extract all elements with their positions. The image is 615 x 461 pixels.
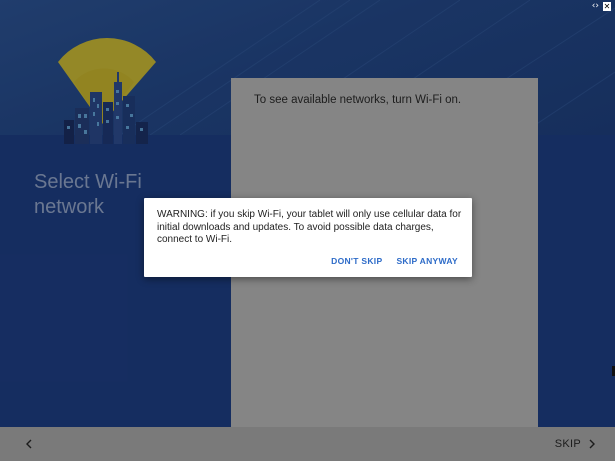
dont-skip-button[interactable]: DON'T SKIP: [331, 256, 382, 266]
close-icon[interactable]: ✕: [603, 1, 611, 11]
dialog-actions: DON'T SKIP SKIP ANYWAY: [331, 256, 458, 266]
setup-screen: Select Wi-Fi network To see available ne…: [0, 0, 615, 461]
skip-anyway-button[interactable]: SKIP ANYWAY: [396, 256, 458, 266]
chevron-left-icon: [26, 439, 32, 449]
window-controls: ‹› ✕: [592, 1, 611, 11]
back-button[interactable]: [18, 433, 40, 455]
chevron-right-icon: [589, 439, 595, 449]
skip-label: SKIP: [554, 438, 581, 450]
skip-button[interactable]: SKIP: [555, 433, 597, 455]
bottom-navigation-bar: SKIP: [0, 427, 615, 461]
skip-wifi-warning-dialog: WARNING: if you skip Wi-Fi, your tablet …: [144, 198, 472, 277]
expand-icon[interactable]: ‹›: [592, 1, 599, 11]
dialog-message: WARNING: if you skip Wi-Fi, your tablet …: [157, 209, 462, 245]
